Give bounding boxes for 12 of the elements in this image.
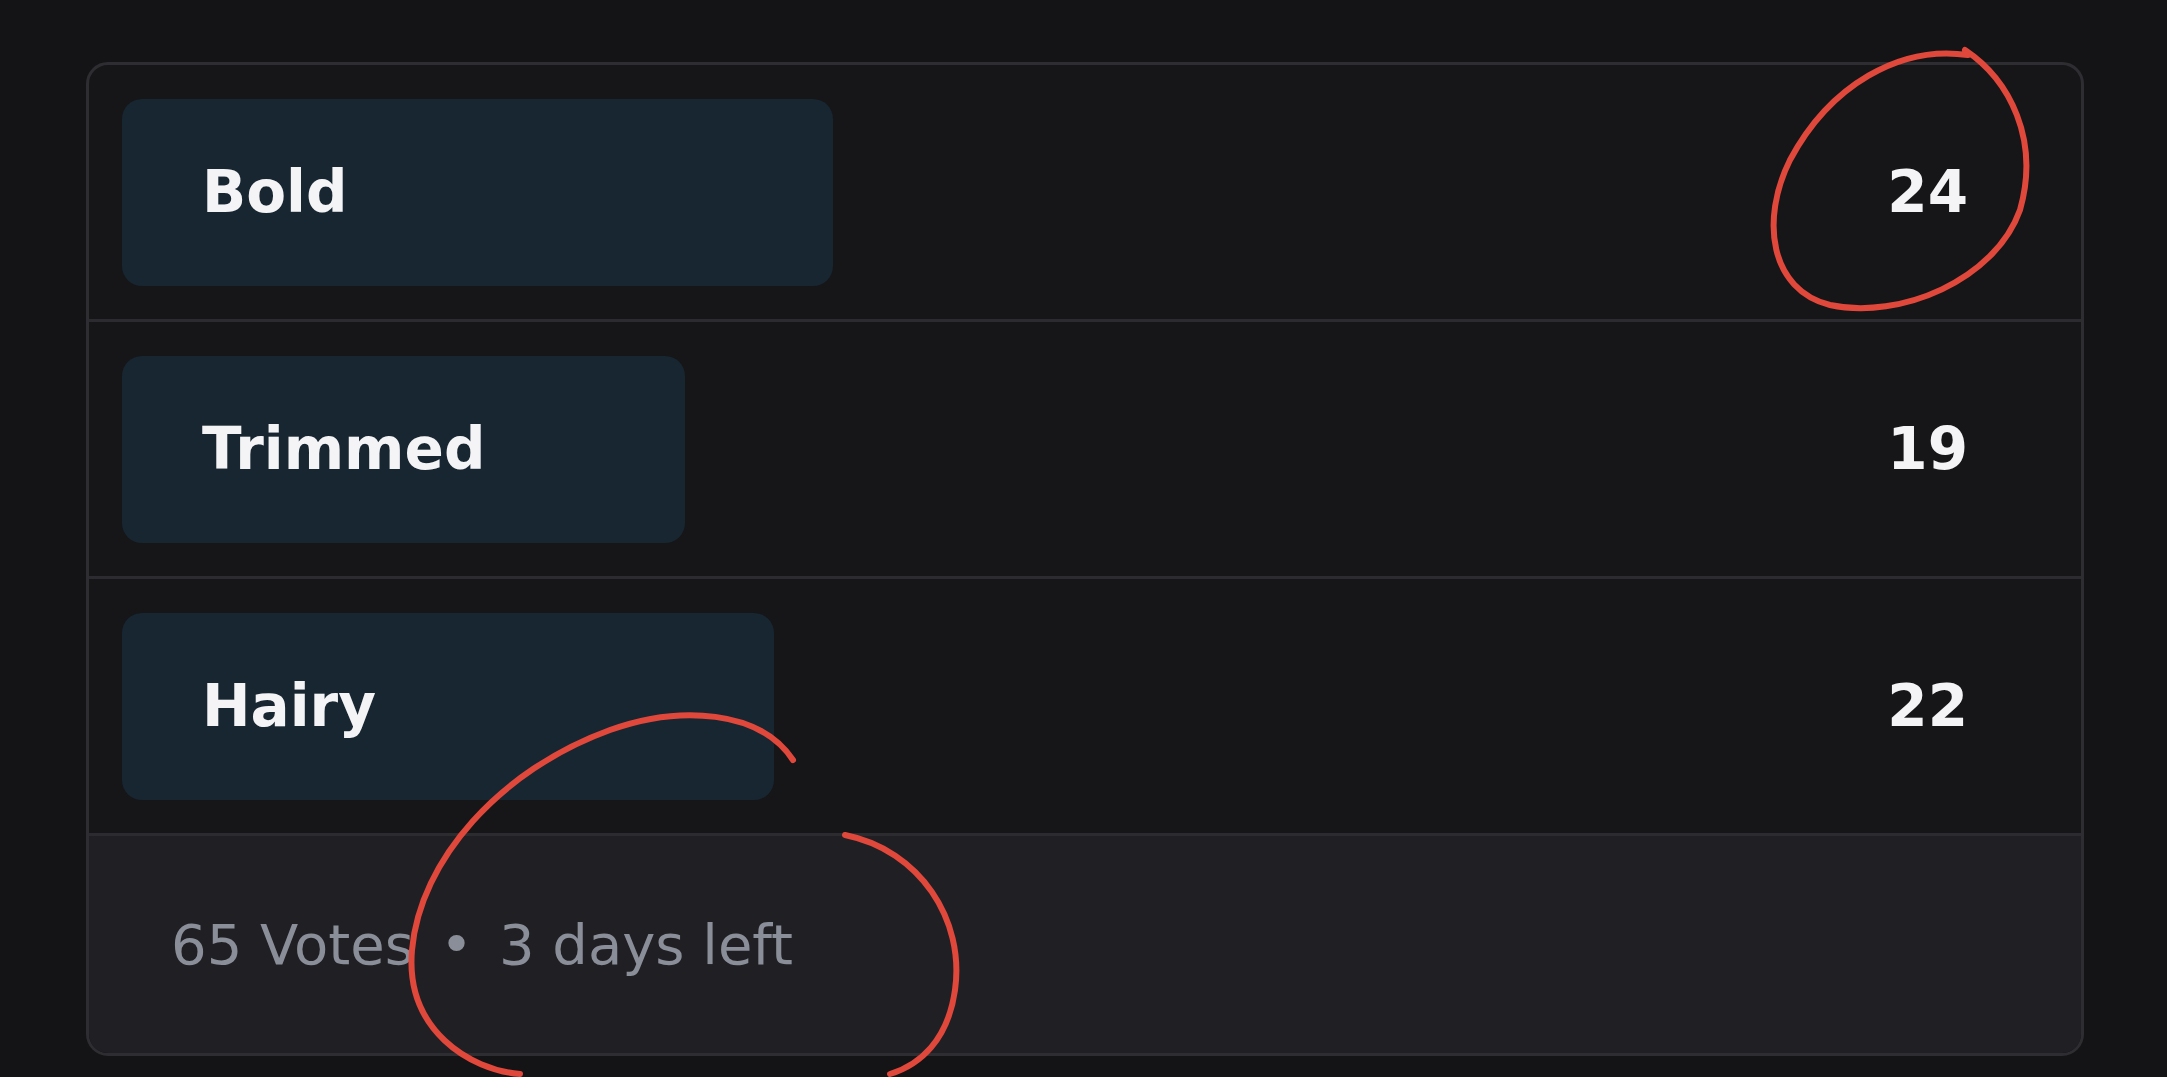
- option-label: Trimmed: [202, 415, 486, 483]
- vote-count: 19: [1887, 415, 1968, 483]
- vote-count: 22: [1887, 672, 1968, 740]
- vote-count: 24: [1887, 158, 1968, 226]
- votes-total: 65 Votes: [171, 912, 414, 977]
- separator-dot: •: [439, 912, 473, 977]
- poll-option[interactable]: Bold 24: [89, 65, 2081, 322]
- time-left: 3 days left: [498, 912, 793, 977]
- poll-option[interactable]: Hairy 22: [89, 579, 2081, 836]
- option-label: Bold: [202, 158, 348, 226]
- option-label: Hairy: [202, 672, 376, 740]
- poll-option[interactable]: Trimmed 19: [89, 322, 2081, 579]
